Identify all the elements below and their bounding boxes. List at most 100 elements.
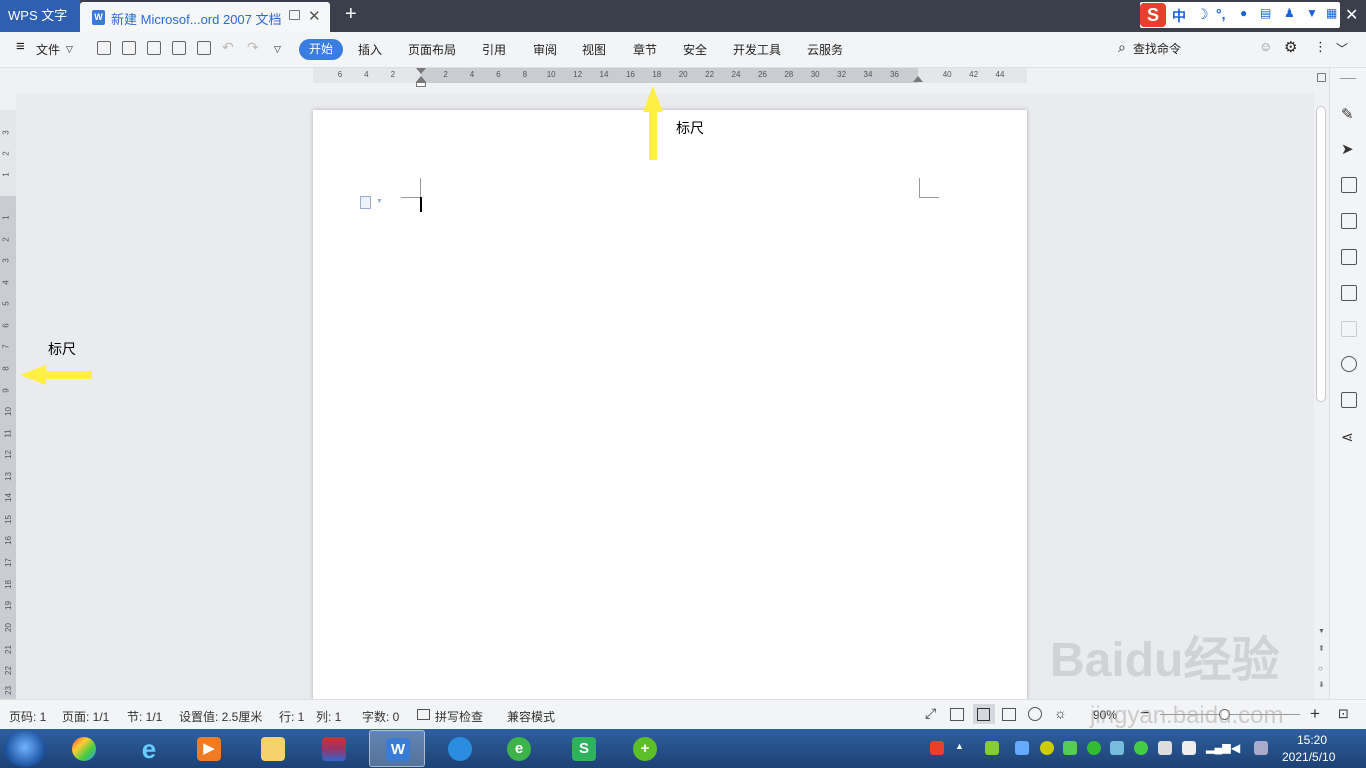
new-tab-button[interactable]: +: [345, 3, 357, 26]
tab-developer[interactable]: 开发工具: [733, 41, 781, 58]
more-options-icon[interactable]: ⋮: [1314, 39, 1327, 55]
scrollbar-thumb[interactable]: [1316, 106, 1326, 402]
taskbar-app-wps-sheets[interactable]: S: [556, 730, 612, 767]
sogou-tray-icon[interactable]: [930, 741, 944, 755]
tray-battery-icon[interactable]: [985, 741, 999, 755]
tab-references[interactable]: 引用: [482, 41, 506, 58]
ime-keyboard-icon[interactable]: ▤: [1260, 6, 1271, 20]
tray-shield-icon[interactable]: [1110, 741, 1124, 755]
lock-icon[interactable]: [1341, 177, 1357, 193]
status-page-count[interactable]: 页面: 1/1: [62, 708, 109, 725]
start-button[interactable]: [4, 731, 46, 767]
tray-ime-icon[interactable]: [1254, 741, 1268, 755]
document-tab[interactable]: W 新建 Microsof...ord 2007 文档 ✕: [80, 2, 330, 32]
tray-expand-icon[interactable]: ▲: [955, 741, 969, 755]
page-view-icon[interactable]: [977, 708, 990, 721]
taskbar-app-360[interactable]: [56, 730, 112, 767]
tab-cloud-service[interactable]: 云服务: [807, 41, 843, 58]
outline-view-icon[interactable]: [1002, 708, 1016, 721]
taskbar-app-player[interactable]: ▶: [181, 730, 237, 767]
fit-page-icon[interactable]: ⊡: [1338, 706, 1349, 722]
taskbar-app-ie[interactable]: e: [121, 730, 177, 767]
collapse-ribbon-icon[interactable]: ﹀: [1336, 40, 1348, 57]
scroll-down-arrow[interactable]: ▼: [1318, 628, 1325, 635]
tab-review[interactable]: 审阅: [533, 41, 557, 58]
tray-update-icon[interactable]: [1087, 741, 1101, 755]
archive-box-icon[interactable]: [1341, 249, 1357, 265]
ime-moon-icon[interactable]: ☽: [1196, 6, 1209, 23]
web-view-icon[interactable]: [1028, 707, 1042, 721]
redo-icon[interactable]: ↷: [247, 39, 259, 56]
taskbar-app-wps-writer[interactable]: W: [369, 730, 425, 767]
translate-icon[interactable]: [1341, 213, 1357, 229]
tab-page-layout[interactable]: 页面布局: [408, 41, 456, 58]
chevron-down-icon[interactable]: ▼: [376, 198, 383, 205]
ime-mode-chinese[interactable]: 中: [1172, 6, 1186, 26]
ime-toolbox-icon[interactable]: ▦: [1326, 6, 1337, 20]
undo-icon[interactable]: ↶: [222, 39, 234, 56]
file-menu[interactable]: 文件: [36, 41, 60, 58]
compatibility-mode-label[interactable]: 兼容模式: [507, 708, 555, 725]
document-page[interactable]: ▼: [313, 110, 1027, 699]
ruler-toggle-icon[interactable]: [1317, 73, 1326, 82]
tray-device-icon[interactable]: [1182, 741, 1196, 755]
reading-mode-icon[interactable]: [950, 708, 964, 721]
tray-check-icon[interactable]: [1063, 741, 1077, 755]
document-workspace[interactable]: ▼: [16, 93, 1314, 699]
tray-network-icon[interactable]: ▂▄▆: [1206, 741, 1231, 755]
feedback-icon[interactable]: ☺: [1259, 39, 1272, 54]
vertical-ruler[interactable]: 3 2 1 1 2 3 4 5 6 7 8 9 10 11 12 13 14 15 16 17 18 19 20 21 22 23: [0, 93, 16, 699]
edit-pen-icon[interactable]: ✎: [1341, 105, 1357, 123]
tab-view[interactable]: 视图: [582, 41, 606, 58]
taskbar-app-winrar[interactable]: [306, 730, 362, 767]
tray-wechat-icon[interactable]: [1134, 741, 1148, 755]
eye-protection-icon[interactable]: ☼: [1054, 705, 1067, 721]
ime-punct-icon[interactable]: °,: [1216, 6, 1226, 22]
tray-volume-icon[interactable]: ◀: [1231, 741, 1245, 755]
sogou-ime-icon[interactable]: S: [1140, 3, 1166, 27]
zoom-in-button[interactable]: +: [1310, 704, 1320, 724]
search-command[interactable]: 查找命令: [1133, 40, 1181, 57]
tab-security[interactable]: 安全: [683, 41, 707, 58]
share-icon[interactable]: ⋖: [1341, 428, 1357, 446]
window-close-button[interactable]: ✕: [1345, 5, 1358, 25]
paragraph-layout-icon[interactable]: [360, 196, 371, 209]
quick-access-dropdown-icon[interactable]: ▽: [274, 44, 281, 55]
clock-date[interactable]: 2021/5/10: [1282, 750, 1335, 764]
tray-360-icon[interactable]: [1040, 741, 1054, 755]
taskbar-app-360-safe[interactable]: +: [617, 730, 673, 767]
right-indent-marker[interactable]: [913, 76, 923, 82]
close-tab-button[interactable]: ✕: [308, 7, 321, 25]
tray-printer-icon[interactable]: [1158, 741, 1172, 755]
tab-section[interactable]: 章节: [633, 41, 657, 58]
print-icon[interactable]: [172, 41, 186, 55]
status-section[interactable]: 节: 1/1: [127, 708, 162, 725]
ime-skin-icon[interactable]: ▼: [1306, 6, 1318, 20]
prev-page-icon[interactable]: ⇞: [1318, 644, 1325, 653]
format-disabled-icon[interactable]: [1341, 321, 1357, 337]
export-pdf-icon[interactable]: [147, 41, 161, 55]
first-line-indent-marker[interactable]: [416, 68, 426, 74]
pin-tab-icon[interactable]: [289, 10, 300, 20]
tray-app-icon[interactable]: [1015, 741, 1029, 755]
status-word-count[interactable]: 字数: 0: [362, 708, 399, 725]
status-page-number[interactable]: 页码: 1: [9, 708, 46, 725]
ime-user-icon[interactable]: ♟: [1284, 6, 1295, 20]
document-stats-icon[interactable]: [1341, 392, 1357, 408]
status-row[interactable]: 行: 1: [279, 708, 304, 725]
next-page-icon[interactable]: ⇟: [1318, 680, 1325, 689]
clock-time[interactable]: 15:20: [1297, 733, 1327, 747]
ime-mic-icon[interactable]: ●: [1240, 6, 1247, 20]
tab-insert[interactable]: 插入: [358, 41, 382, 58]
settings-gear-icon[interactable]: ⚙: [1284, 38, 1297, 56]
taskbar-app-browser[interactable]: [432, 730, 488, 767]
print-preview-icon[interactable]: [197, 41, 211, 55]
save-icon[interactable]: [122, 41, 136, 55]
app-tab-wps[interactable]: WPS 文字: [0, 0, 80, 32]
status-setting-value[interactable]: 设置值: 2.5厘米: [179, 708, 262, 725]
taskbar-app-ie-green[interactable]: e: [491, 730, 547, 767]
chevron-down-icon[interactable]: ▽: [66, 44, 73, 55]
select-cursor-icon[interactable]: ➤: [1341, 140, 1357, 158]
taskbar-app-explorer[interactable]: [245, 730, 301, 767]
open-folder-icon[interactable]: [97, 41, 111, 55]
